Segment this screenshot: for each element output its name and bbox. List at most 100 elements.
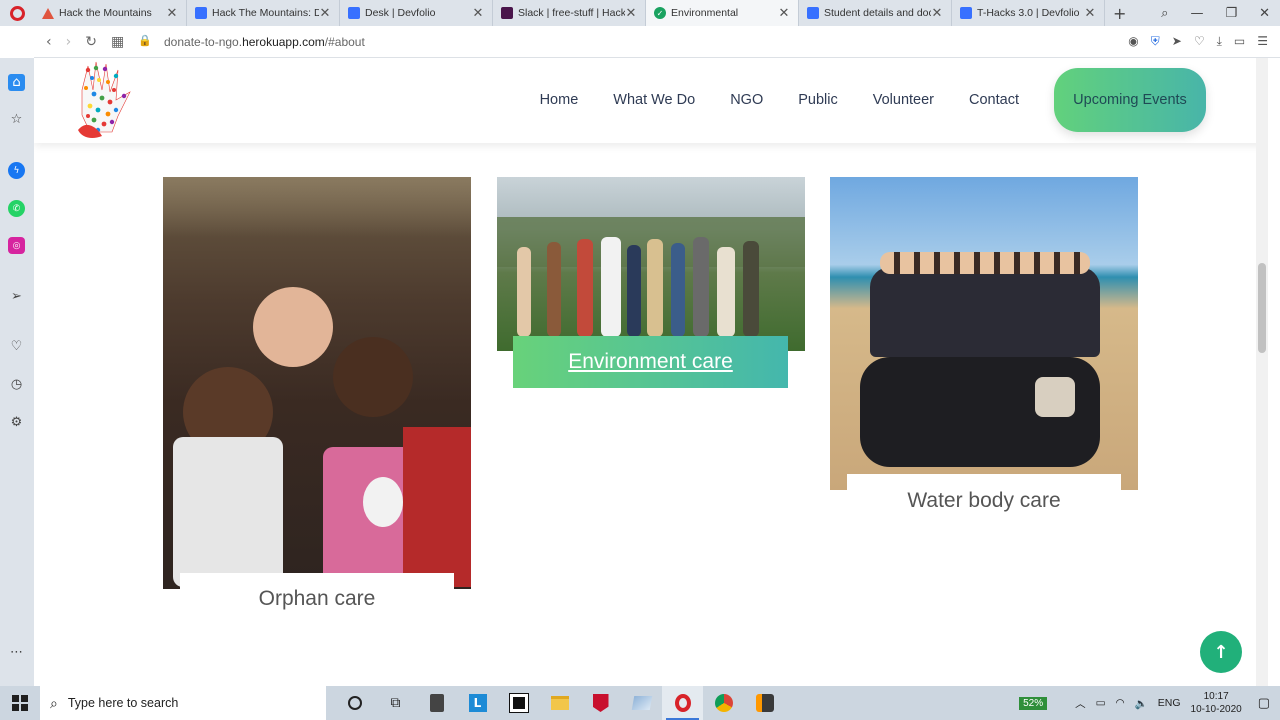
close-tab-icon[interactable]: ✕: [931, 6, 943, 21]
lock-icon: 🔒: [138, 33, 152, 47]
page-scrollbar[interactable]: [1256, 58, 1268, 686]
close-tab-icon[interactable]: ✕: [472, 6, 484, 21]
tab-title: Student details and doc: [824, 7, 931, 19]
browser-tab[interactable]: T-Hacks 3.0 | Devfolio ✕: [952, 0, 1105, 26]
devfolio-icon: [807, 7, 819, 19]
opera-logo-icon: [9, 5, 25, 21]
water-body-care-caption: Water body care: [907, 489, 1061, 512]
nav-contact[interactable]: Contact: [969, 92, 1019, 108]
heart-icon[interactable]: ♡: [1194, 34, 1205, 49]
url-path: /#about: [324, 34, 365, 49]
opera-menu-button[interactable]: [0, 0, 34, 26]
url-field[interactable]: donate-to-ngo.herokuapp.com/#about: [164, 35, 365, 49]
new-tab-button[interactable]: +: [1113, 0, 1126, 26]
browser-tab[interactable]: Hack The Mountains: Da ✕: [187, 0, 340, 26]
clock-time: 10:17: [1203, 691, 1229, 702]
battery-saver-icon[interactable]: ▭: [1234, 34, 1245, 49]
chevron-up-icon[interactable]: ︿: [1075, 696, 1086, 711]
sublime-text-icon[interactable]: [744, 686, 785, 720]
volume-icon[interactable]: 🔈: [1135, 697, 1148, 710]
browser-tab-active[interactable]: ✓ Environmental ✕: [646, 0, 799, 26]
minimize-icon[interactable]: —: [1190, 6, 1203, 21]
heart-icon[interactable]: ♡: [8, 338, 25, 355]
url-domain-prefix: donate-to-ngo.: [164, 34, 243, 49]
language-indicator[interactable]: ENG: [1158, 697, 1181, 709]
mcafee-icon[interactable]: [580, 686, 621, 720]
environment-care-link[interactable]: Environment care: [513, 336, 788, 388]
battery-indicator[interactable]: 52%: [1019, 696, 1048, 710]
close-tab-icon[interactable]: ✕: [319, 6, 331, 21]
windows-taskbar: ⌕ Type here to search ⧉ L 52% ︿ ▭ ◠ 🔈 EN…: [0, 686, 1280, 720]
notifications-icon[interactable]: ▢: [1258, 695, 1270, 711]
messenger-icon[interactable]: ϟ: [8, 162, 25, 179]
whatsapp-icon[interactable]: ✆: [8, 200, 25, 217]
browser-tab-bar: Hack the Mountains ✕ Hack The Mountains:…: [0, 0, 1280, 26]
instagram-icon[interactable]: ◎: [8, 237, 25, 254]
close-window-icon[interactable]: ✕: [1259, 6, 1270, 21]
hackthemountains-icon: [42, 7, 54, 19]
close-tab-icon[interactable]: ✕: [778, 6, 790, 21]
send-icon[interactable]: ➤: [1172, 34, 1182, 49]
devfolio-icon: [348, 7, 360, 19]
libreoffice-icon[interactable]: L: [457, 686, 498, 720]
close-tab-icon[interactable]: ✕: [625, 6, 637, 21]
home-icon[interactable]: ⌂: [8, 74, 25, 91]
taskbar-search-input[interactable]: ⌕ Type here to search: [40, 686, 326, 720]
scroll-to-top-button[interactable]: ↑: [1200, 631, 1242, 673]
opera-taskbar-icon[interactable]: [662, 686, 703, 720]
vpn-shield-icon[interactable]: ⛨: [1151, 34, 1160, 49]
file-explorer-icon[interactable]: [539, 686, 580, 720]
wifi-icon[interactable]: ◠: [1116, 697, 1125, 709]
battery-icon[interactable]: ▭: [1096, 697, 1106, 709]
scrollbar-thumb[interactable]: [1258, 263, 1266, 353]
search-icon: ⌕: [50, 694, 58, 711]
start-button[interactable]: [0, 695, 40, 711]
close-tab-icon[interactable]: ✕: [166, 6, 178, 21]
settings-icon[interactable]: ⚙: [8, 414, 25, 431]
photos-icon[interactable]: [621, 686, 662, 720]
history-icon[interactable]: ◷: [8, 376, 25, 393]
back-icon[interactable]: ‹: [46, 34, 52, 50]
roblox-icon[interactable]: [498, 686, 539, 720]
tab-title: Hack the Mountains: [59, 7, 152, 19]
orphan-care-caption: Orphan care: [258, 587, 376, 610]
cortana-icon[interactable]: [334, 686, 375, 720]
nav-home[interactable]: Home: [540, 92, 579, 108]
tab-title: T-Hacks 3.0 | Devfolio: [977, 7, 1080, 19]
tab-title: Desk | Devfolio: [365, 7, 436, 19]
download-icon[interactable]: ⤓: [1217, 34, 1222, 49]
nav-public[interactable]: Public: [798, 92, 838, 108]
send-icon[interactable]: ➢: [8, 288, 25, 305]
star-icon[interactable]: ☆: [8, 111, 25, 128]
calculator-icon[interactable]: [416, 686, 457, 720]
restore-icon[interactable]: ❐: [1225, 6, 1237, 21]
nav-ngo[interactable]: NGO: [730, 92, 763, 108]
search-tabs-icon[interactable]: ⌕: [1161, 6, 1168, 21]
nav-what-we-do[interactable]: What We Do: [613, 92, 695, 108]
orphan-care-photo: [163, 177, 471, 589]
arrow-up-icon: ↑: [1213, 641, 1229, 663]
easy-setup-icon[interactable]: ☰: [1257, 34, 1268, 49]
environment-care-label: Environment care: [568, 350, 733, 373]
snapshot-icon[interactable]: ◉: [1128, 34, 1138, 49]
chrome-icon[interactable]: [703, 686, 744, 720]
task-view-icon[interactable]: ⧉: [375, 686, 416, 720]
slack-icon: [501, 7, 513, 19]
upcoming-events-button[interactable]: Upcoming Events: [1054, 68, 1206, 132]
forward-icon[interactable]: ›: [66, 34, 72, 50]
speed-dial-icon[interactable]: ▦: [111, 34, 124, 50]
reload-icon[interactable]: ↻: [85, 34, 97, 50]
url-domain-main: herokuapp.com: [242, 34, 325, 49]
more-icon[interactable]: ⋯: [8, 644, 25, 661]
browser-tab[interactable]: Hack the Mountains ✕: [34, 0, 187, 26]
devfolio-icon: [195, 7, 207, 19]
browser-tab[interactable]: Student details and doc ✕: [799, 0, 952, 26]
clock[interactable]: 10:17 10-10-2020: [1191, 690, 1242, 716]
browser-tab[interactable]: Slack | free-stuff | Hack ✕: [493, 0, 646, 26]
browser-tab[interactable]: Desk | Devfolio ✕: [340, 0, 493, 26]
nav-volunteer[interactable]: Volunteer: [873, 92, 934, 108]
ngo-hand-logo[interactable]: [68, 60, 144, 142]
check-circle-icon: ✓: [654, 7, 666, 19]
close-tab-icon[interactable]: ✕: [1084, 6, 1096, 21]
clock-date: 10-10-2020: [1190, 704, 1242, 715]
